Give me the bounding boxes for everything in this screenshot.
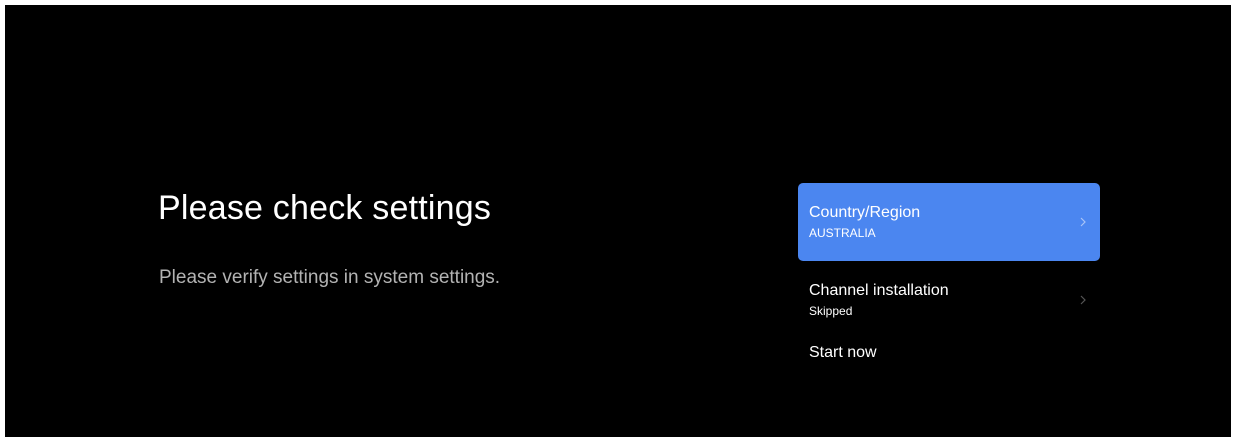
start-now-button[interactable]: Start now	[798, 339, 1100, 395]
page-subtitle: Please verify settings in system setting…	[159, 267, 501, 288]
start-now-label: Start now	[809, 344, 877, 361]
country-region-value: AUSTRALIA	[809, 226, 876, 240]
country-region-item[interactable]: Country/Region AUSTRALIA	[798, 183, 1100, 261]
page-title: Please check settings	[158, 189, 492, 227]
country-region-label: Country/Region	[809, 204, 921, 221]
channel-installation-label: Channel installation	[809, 282, 949, 299]
tv-setup-screen: Please check settings Please verify sett…	[5, 5, 1231, 437]
channel-installation-item[interactable]: Channel installation Skipped	[798, 261, 1100, 339]
chevron-right-icon	[1080, 295, 1086, 305]
channel-installation-value: Skipped	[809, 304, 853, 318]
settings-menu: Country/Region AUSTRALIA Channel install…	[798, 183, 1100, 395]
chevron-right-icon	[1080, 217, 1086, 227]
